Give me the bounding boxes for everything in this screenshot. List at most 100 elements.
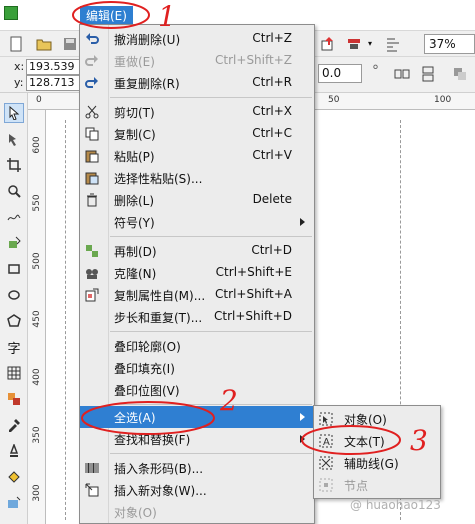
menu-item-shortcut: Delete bbox=[252, 192, 292, 206]
rectangle-tool-icon[interactable] bbox=[4, 259, 24, 279]
ellipse-tool-icon[interactable] bbox=[4, 285, 24, 305]
select-nodes-icon bbox=[318, 477, 334, 493]
menu-item-redo[interactable]: 重做(E) Ctrl+Shift+Z bbox=[80, 50, 314, 72]
ruler-tick: 550 bbox=[32, 194, 42, 212]
submenu-item-nodes[interactable]: 节点 bbox=[314, 474, 440, 496]
menu-item-shortcut: Ctrl+C bbox=[252, 126, 292, 140]
rotation-angle-field[interactable]: 0.0 bbox=[318, 64, 362, 83]
menu-item-overprint-fill[interactable]: 叠印填充(I) bbox=[80, 357, 314, 379]
menu-item-shortcut: Ctrl+Shift+Z bbox=[215, 53, 292, 67]
polygon-tool-icon[interactable] bbox=[4, 311, 24, 331]
degree-symbol: ° bbox=[372, 63, 379, 79]
barcode-icon bbox=[84, 460, 100, 476]
menu-item-label: 叠印位图(V) bbox=[114, 384, 180, 398]
ruler-tick: 500 bbox=[32, 252, 42, 270]
mirror-horizontal-icon[interactable] bbox=[394, 66, 410, 82]
text-tool-icon[interactable]: 字 bbox=[4, 337, 24, 357]
snap-options-icon[interactable] bbox=[385, 36, 401, 52]
menu-item-copy[interactable]: 复制(C) Ctrl+C bbox=[80, 123, 314, 145]
submenu-arrow-icon bbox=[300, 413, 305, 421]
menu-item-label: 选择性粘贴(S)... bbox=[114, 172, 203, 186]
annotation-number-3: 3 bbox=[410, 424, 428, 457]
crop-tool-icon[interactable] bbox=[4, 155, 24, 175]
freehand-tool-icon[interactable] bbox=[4, 207, 24, 227]
arrange-icon[interactable] bbox=[452, 66, 468, 82]
menu-item-step-repeat[interactable]: 步长和重复(T)... Ctrl+Shift+D bbox=[80, 306, 314, 328]
menu-item-label: 文本(T) bbox=[344, 435, 385, 449]
ruler-tick: 0 bbox=[36, 95, 42, 105]
page-boundary bbox=[46, 120, 66, 520]
y-position-field[interactable]: 128.713 mm bbox=[26, 75, 82, 91]
menu-item-overprint-outline[interactable]: 叠印轮廓(O) bbox=[80, 335, 314, 357]
select-guidelines-icon bbox=[318, 455, 334, 471]
application-launcher-icon[interactable] bbox=[346, 36, 362, 52]
menu-separator bbox=[110, 331, 312, 332]
menu-item-paste[interactable]: 粘贴(P) Ctrl+V bbox=[80, 145, 314, 167]
outline-tool-icon[interactable] bbox=[4, 441, 24, 461]
menu-item-undo[interactable]: 撤消删除(U) Ctrl+Z bbox=[80, 28, 314, 50]
menu-item-label: 剪切(T) bbox=[114, 106, 155, 120]
menu-item-paste-special[interactable]: 选择性粘贴(S)... bbox=[80, 167, 314, 189]
menu-item-label: 复制属性自(M)... bbox=[114, 289, 206, 303]
edit-menu: 撤消删除(U) Ctrl+Z 重做(E) Ctrl+Shift+Z 重复删除(R… bbox=[79, 24, 315, 524]
menu-separator bbox=[110, 404, 312, 405]
menu-item-label: 插入新对象(W)... bbox=[114, 484, 207, 498]
menu-item-label: 查找和替换(F) bbox=[114, 433, 191, 447]
shape-tool-icon[interactable] bbox=[4, 129, 24, 149]
open-folder-icon[interactable] bbox=[36, 36, 52, 52]
redo-icon bbox=[84, 53, 100, 69]
interactive-fill-tool-icon[interactable] bbox=[4, 493, 24, 513]
dropdown-arrow-icon[interactable]: ▾ bbox=[368, 39, 372, 48]
menu-edit[interactable]: 编辑(E) bbox=[80, 6, 133, 24]
menu-item-label: 叠印填充(I) bbox=[114, 362, 175, 376]
menu-item-label: 对象(O) bbox=[344, 413, 387, 427]
scissors-icon bbox=[84, 104, 100, 120]
duplicate-icon bbox=[84, 243, 100, 259]
save-icon[interactable] bbox=[62, 36, 78, 52]
menu-item-object[interactable]: 对象(O) bbox=[80, 501, 314, 523]
vertical-ruler: 600 550 500 450 400 350 300 bbox=[28, 110, 46, 524]
menu-item-insert-barcode[interactable]: 插入条形码(B)... bbox=[80, 457, 314, 479]
eyedropper-tool-icon[interactable] bbox=[4, 415, 24, 435]
select-objects-icon bbox=[318, 411, 334, 427]
menu-item-select-all[interactable]: 全选(A) bbox=[80, 406, 314, 428]
menu-item-delete[interactable]: 删除(L) Delete bbox=[80, 189, 314, 211]
mirror-vertical-icon[interactable] bbox=[420, 66, 436, 82]
menu-item-cut[interactable]: 剪切(T) Ctrl+X bbox=[80, 101, 314, 123]
menu-item-insert-object[interactable]: 插入新对象(W)... bbox=[80, 479, 314, 501]
interactive-tool-icon[interactable] bbox=[4, 389, 24, 409]
menu-item-label: 撤消删除(U) bbox=[114, 33, 181, 47]
copy-icon bbox=[84, 126, 100, 142]
menu-item-repeat[interactable]: 重复删除(R) Ctrl+R bbox=[80, 72, 314, 94]
menu-item-label: 对象(O) bbox=[114, 506, 157, 520]
smart-fill-tool-icon[interactable] bbox=[4, 233, 24, 253]
zoom-level-select[interactable]: 37% bbox=[424, 34, 475, 54]
x-position-field[interactable]: 193.539 mm bbox=[26, 59, 82, 75]
clone-icon bbox=[84, 265, 100, 281]
table-tool-icon[interactable] bbox=[4, 363, 24, 383]
zoom-tool-icon[interactable] bbox=[4, 181, 24, 201]
new-document-icon[interactable] bbox=[8, 36, 24, 52]
ruler-tick: 300 bbox=[32, 484, 42, 502]
menu-item-duplicate[interactable]: 再制(D) Ctrl+D bbox=[80, 240, 314, 262]
pick-tool-icon[interactable] bbox=[4, 103, 24, 123]
undo-icon bbox=[84, 31, 100, 47]
menu-item-shortcut: Ctrl+Shift+A bbox=[215, 287, 292, 301]
menu-item-copy-properties[interactable]: 复制属性自(M)... Ctrl+Shift+A bbox=[80, 284, 314, 306]
menu-item-symbol[interactable]: 符号(Y) bbox=[80, 211, 314, 233]
watermark-text: @ huaohao123 bbox=[350, 498, 441, 512]
menu-item-label: 再制(D) bbox=[114, 245, 157, 259]
menu-item-label: 节点 bbox=[344, 479, 369, 493]
menu-item-find-replace[interactable]: 查找和替换(F) bbox=[80, 428, 314, 450]
annotation-number-1: 1 bbox=[158, 0, 176, 33]
svg-text:A: A bbox=[323, 437, 330, 448]
fill-tool-icon[interactable] bbox=[4, 467, 24, 487]
import-icon[interactable] bbox=[320, 36, 336, 52]
menu-item-overprint-bitmap[interactable]: 叠印位图(V) bbox=[80, 379, 314, 401]
menu-item-shortcut: Ctrl+V bbox=[252, 148, 292, 162]
menu-item-shortcut: Ctrl+D bbox=[251, 243, 292, 257]
menu-item-label: 复制(C) bbox=[114, 128, 156, 142]
ruler-tick: 450 bbox=[32, 310, 42, 328]
menu-item-clone[interactable]: 克隆(N) Ctrl+Shift+E bbox=[80, 262, 314, 284]
paste-special-icon bbox=[84, 170, 100, 186]
